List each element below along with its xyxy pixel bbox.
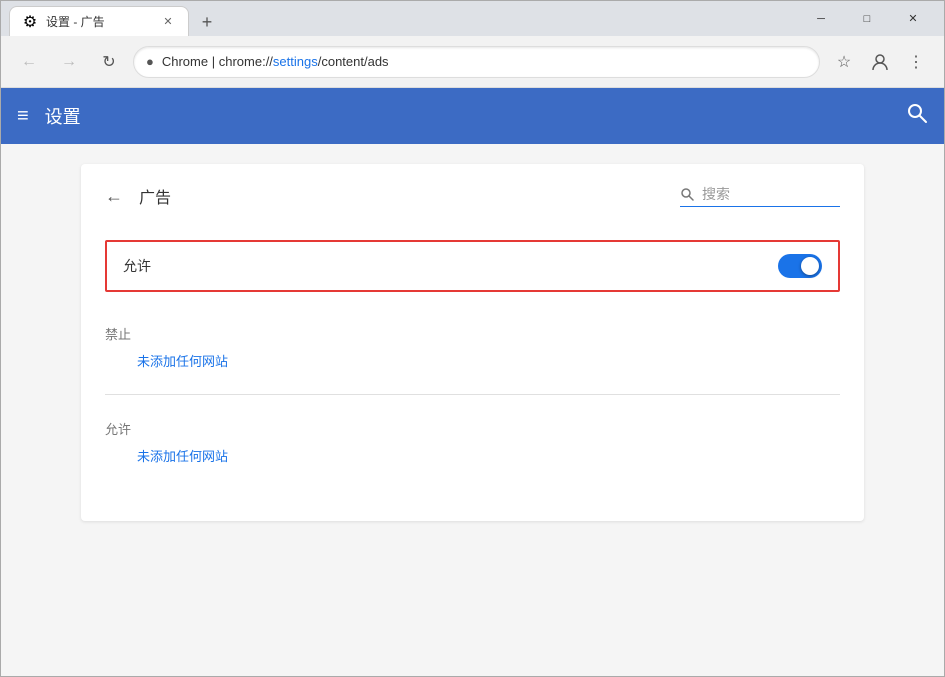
toggle-track[interactable] xyxy=(778,254,822,278)
restore-button[interactable]: □ xyxy=(844,1,890,36)
menu-button[interactable]: ⋮ xyxy=(900,46,932,78)
tab-close-button[interactable]: ✕ xyxy=(160,14,176,30)
tab-strip: ⚙ 设置 - 广告 ✕ + xyxy=(9,1,798,36)
settings-content: ← 广告 允许 xyxy=(1,144,944,676)
account-button[interactable] xyxy=(864,46,896,78)
block-empty-text: 未添加任何网站 xyxy=(137,351,840,370)
minimize-button[interactable]: ─ xyxy=(798,1,844,36)
bookmark-button[interactable]: ☆ xyxy=(828,46,860,78)
header-search-icon[interactable] xyxy=(906,102,928,130)
page-header: ← 广告 xyxy=(81,164,864,224)
tab-favicon-icon: ⚙ xyxy=(22,14,38,30)
allow-toggle-label: 允许 xyxy=(123,256,778,276)
allow-toggle[interactable] xyxy=(778,254,822,278)
allow-section-label: 允许 xyxy=(105,419,840,438)
block-section-label: 禁止 xyxy=(105,324,840,343)
back-button[interactable]: ← xyxy=(13,46,45,78)
title-bar: ⚙ 设置 - 广告 ✕ + ─ □ ✕ xyxy=(1,1,944,36)
allow-section: 允许 未添加任何网站 xyxy=(81,403,864,481)
page-search-input[interactable] xyxy=(702,186,832,202)
new-tab-button[interactable]: + xyxy=(193,8,221,36)
block-section: 禁止 未添加任何网站 xyxy=(81,308,864,386)
settings-title: 设置 xyxy=(45,103,890,129)
window-controls: ─ □ ✕ xyxy=(798,1,936,36)
ads-page: ← 广告 允许 xyxy=(81,164,864,521)
active-tab[interactable]: ⚙ 设置 - 广告 ✕ xyxy=(9,6,189,36)
site-secure-icon: ● xyxy=(146,54,154,69)
tab-title: 设置 - 广告 xyxy=(46,13,152,30)
page-search-row xyxy=(680,186,840,207)
section-divider xyxy=(105,394,840,395)
back-to-content-button[interactable]: ← xyxy=(105,186,123,207)
address-url-text: Chrome | chrome://settings/content/ads xyxy=(162,54,807,69)
settings-header: ≡ 设置 xyxy=(1,88,944,144)
toggle-thumb xyxy=(801,257,819,275)
address-bar: ← → ↻ ● Chrome | chrome://settings/conte… xyxy=(1,36,944,88)
allow-toggle-section: 允许 xyxy=(105,240,840,292)
account-icon xyxy=(870,52,890,72)
browser-window: ⚙ 设置 - 广告 ✕ + ─ □ ✕ ← → ↻ ● Chrome | chr… xyxy=(0,0,945,677)
ads-page-title: 广告 xyxy=(139,184,664,208)
allow-empty-text: 未添加任何网站 xyxy=(137,446,840,465)
site-name: Chrome xyxy=(162,54,208,69)
settings-main: ← 广告 允许 xyxy=(1,144,944,676)
address-input[interactable]: ● Chrome | chrome://settings/content/ads xyxy=(133,46,820,78)
close-button[interactable]: ✕ xyxy=(890,1,936,36)
forward-button[interactable]: → xyxy=(53,46,85,78)
hamburger-menu-icon[interactable]: ≡ xyxy=(17,105,29,128)
reload-button[interactable]: ↻ xyxy=(93,46,125,78)
search-icon xyxy=(906,102,928,124)
address-right-icons: ☆ ⋮ xyxy=(828,46,932,78)
page-search-icon xyxy=(680,187,694,201)
